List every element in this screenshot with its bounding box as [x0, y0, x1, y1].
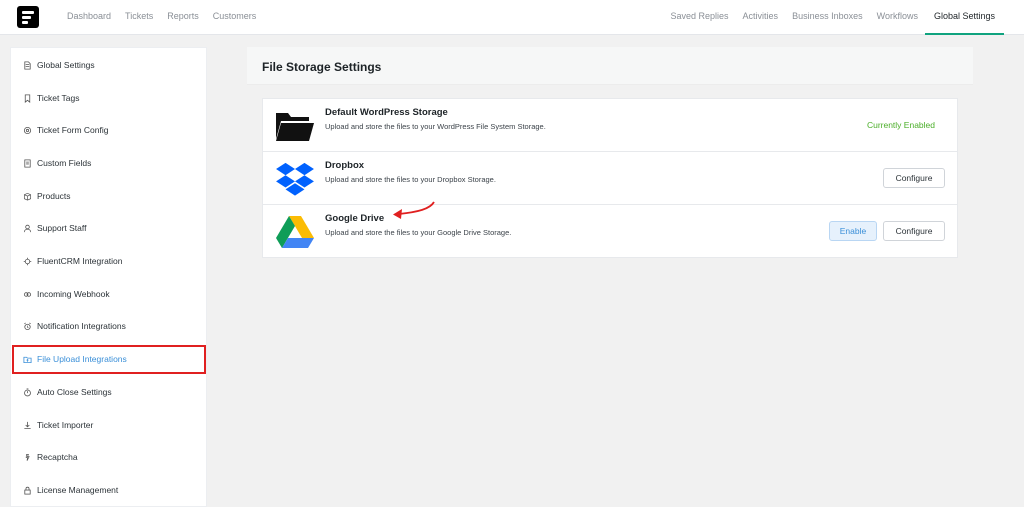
alarm-icon: [23, 322, 32, 331]
sidebar-item-label: License Management: [37, 485, 119, 495]
folder-icon: [275, 108, 315, 144]
sidebar-item-label: Ticket Tags: [37, 93, 80, 103]
provider-row-dropbox: Dropbox Upload and store the files to yo…: [263, 152, 957, 205]
provider-name: Default WordPress Storage: [325, 107, 448, 118]
configure-button[interactable]: Configure: [883, 168, 945, 188]
google-drive-icon: [275, 214, 315, 250]
nav-tickets[interactable]: Tickets: [118, 0, 160, 35]
sidebar-item-custom-fields[interactable]: Custom Fields: [11, 149, 208, 177]
bookmark-icon: [23, 93, 32, 103]
gear-icon: [23, 126, 32, 135]
sidebar-item-ticket-importer[interactable]: Ticket Importer: [11, 411, 208, 439]
timer-icon: [23, 387, 32, 397]
page-title: File Storage Settings: [262, 60, 382, 74]
nav-saved-replies[interactable]: Saved Replies: [664, 0, 736, 35]
sidebar-item-label: Notification Integrations: [37, 321, 126, 331]
sidebar-item-fluentcrm-integration[interactable]: FluentCRM Integration: [11, 247, 208, 275]
sidebar-item-notification-integrations[interactable]: Notification Integrations: [11, 312, 208, 340]
sidebar-item-label: Incoming Webhook: [37, 289, 110, 299]
lock-icon: [23, 486, 32, 495]
sidebar-item-support-staff[interactable]: Support Staff: [11, 214, 208, 242]
provider-description: Upload and store the files to your WordP…: [325, 122, 546, 131]
sidebar-item-recaptcha[interactable]: Recaptcha: [11, 443, 208, 471]
nav-dashboard[interactable]: Dashboard: [67, 0, 118, 35]
sidebar-item-ticket-form-config[interactable]: Ticket Form Config: [11, 116, 208, 144]
shield-icon: [23, 453, 32, 462]
gear-icon: [23, 257, 32, 266]
nav-workflows[interactable]: Workflows: [870, 0, 925, 35]
page-header: File Storage Settings: [247, 47, 973, 85]
sidebar-item-label: Recaptcha: [37, 452, 78, 462]
nav-reports[interactable]: Reports: [160, 0, 206, 35]
provider-description: Upload and store the files to your Googl…: [325, 228, 512, 237]
sidebar-item-auto-close-settings[interactable]: Auto Close Settings: [11, 378, 208, 406]
sidebar-item-license-management[interactable]: License Management: [11, 476, 208, 504]
highlight-box: [12, 345, 206, 374]
box-icon: [23, 192, 32, 201]
nav-activities[interactable]: Activities: [736, 0, 786, 35]
download-icon: [23, 421, 32, 430]
sidebar-item-label: Support Staff: [37, 223, 87, 233]
sidebar-item-products[interactable]: Products: [11, 182, 208, 210]
nav-global-settings[interactable]: Global Settings: [924, 0, 1004, 35]
sidebar-item-label: Custom Fields: [37, 158, 92, 168]
provider-name: Dropbox: [325, 160, 365, 171]
top-navigation: Dashboard Tickets Reports Customers Save…: [0, 0, 1024, 35]
annotation-arrow-icon: [393, 201, 435, 219]
storage-provider-list: Default WordPress Storage Upload and sto…: [262, 98, 958, 258]
configure-button[interactable]: Configure: [883, 221, 945, 241]
sidebar-item-label: Auto Close Settings: [37, 387, 112, 397]
link-icon: [23, 290, 32, 299]
sidebar-item-ticket-tags[interactable]: Ticket Tags: [11, 84, 208, 112]
app-logo[interactable]: [17, 6, 39, 28]
provider-row-google-drive: Google Drive Upload and store the files …: [263, 205, 957, 258]
sidebar-item-incoming-webhook[interactable]: Incoming Webhook: [11, 280, 208, 308]
sidebar-item-global-settings[interactable]: Global Settings: [11, 51, 208, 79]
provider-name: Google Drive: [325, 213, 385, 224]
user-icon: [23, 224, 32, 233]
status-badge: Currently Enabled: [866, 120, 935, 130]
provider-description: Upload and store the files to your Dropb…: [325, 175, 496, 184]
dropbox-icon: [275, 161, 315, 197]
enable-button[interactable]: Enable: [829, 221, 877, 241]
sidebar-item-label: Products: [37, 191, 71, 201]
sidebar-item-label: Global Settings: [37, 60, 95, 70]
nav-customers[interactable]: Customers: [206, 0, 264, 35]
sidebar-item-label: Ticket Form Config: [37, 125, 109, 135]
document-icon: [23, 60, 32, 70]
sidebar-item-label: FluentCRM Integration: [37, 256, 123, 266]
provider-row-wordpress: Default WordPress Storage Upload and sto…: [263, 99, 957, 152]
nav-business-inboxes[interactable]: Business Inboxes: [785, 0, 870, 35]
sidebar-item-label: Ticket Importer: [37, 420, 94, 430]
document-icon: [23, 158, 32, 168]
settings-sidebar: Global Settings Ticket Tags Ticket Form …: [10, 47, 207, 507]
